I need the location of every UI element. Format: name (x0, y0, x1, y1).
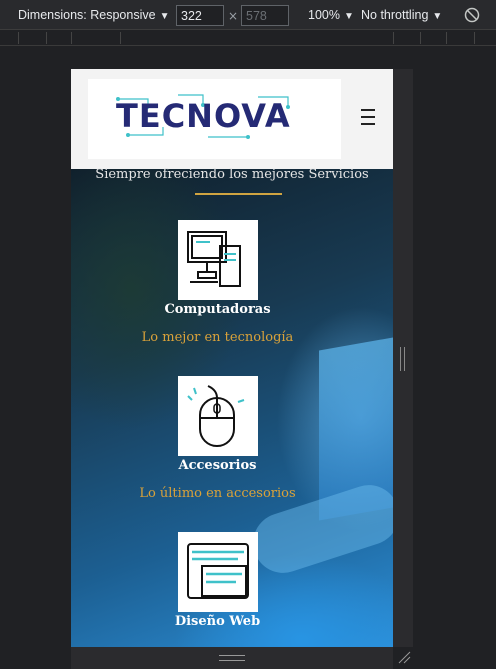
card-title: Accesorios (178, 458, 257, 473)
hamburger-icon[interactable] (361, 109, 375, 129)
resize-strip-bottom (71, 647, 393, 669)
device-toolbar: Dimensions: Responsive▼ × 100%▼ No throt… (0, 0, 496, 30)
site-logo[interactable]: TECNOVA (88, 79, 341, 159)
resize-corner-icon[interactable] (397, 650, 411, 664)
throttling-dropdown[interactable]: No throttling ▼ (361, 8, 442, 22)
card-subtitle: Lo mejor en tecnología (141, 330, 294, 345)
width-input[interactable] (176, 5, 224, 26)
times-icon: × (228, 9, 239, 23)
throttling-label: No throttling (361, 8, 429, 22)
media-query-ruler (0, 30, 496, 46)
card-title: Computadoras (164, 302, 271, 317)
tagline: Siempre ofreciendo los mejores Servicios (95, 167, 369, 182)
gold-divider (195, 193, 282, 195)
zoom-dropdown[interactable]: 100% ▼ (308, 8, 354, 22)
dimensions-dropdown[interactable]: Dimensions: Responsive ▼ (18, 8, 169, 22)
resize-handle-bottom[interactable] (219, 655, 245, 661)
computer-icon (178, 220, 258, 300)
web-design-icon (178, 532, 258, 612)
resize-handle-right[interactable] (400, 347, 405, 371)
card-subtitle: Lo último en accesorios (139, 486, 296, 501)
site-header: TECNOVA (71, 69, 393, 169)
card-title: Diseño Web (174, 614, 261, 629)
mouse-icon (178, 376, 258, 456)
chevron-down-icon: ▼ (343, 11, 354, 22)
height-input[interactable] (241, 5, 289, 26)
chevron-down-icon: ▼ (432, 11, 443, 22)
chevron-down-icon: ▼ (159, 11, 170, 22)
device-viewport: TECNOVA Siempre ofreciendo los mejores S… (71, 69, 393, 647)
dimensions-label: Dimensions: Responsive (18, 8, 156, 22)
logo-text: TECNOVA (116, 97, 291, 135)
zoom-label: 100% (308, 8, 340, 22)
rotate-icon[interactable] (462, 5, 482, 25)
